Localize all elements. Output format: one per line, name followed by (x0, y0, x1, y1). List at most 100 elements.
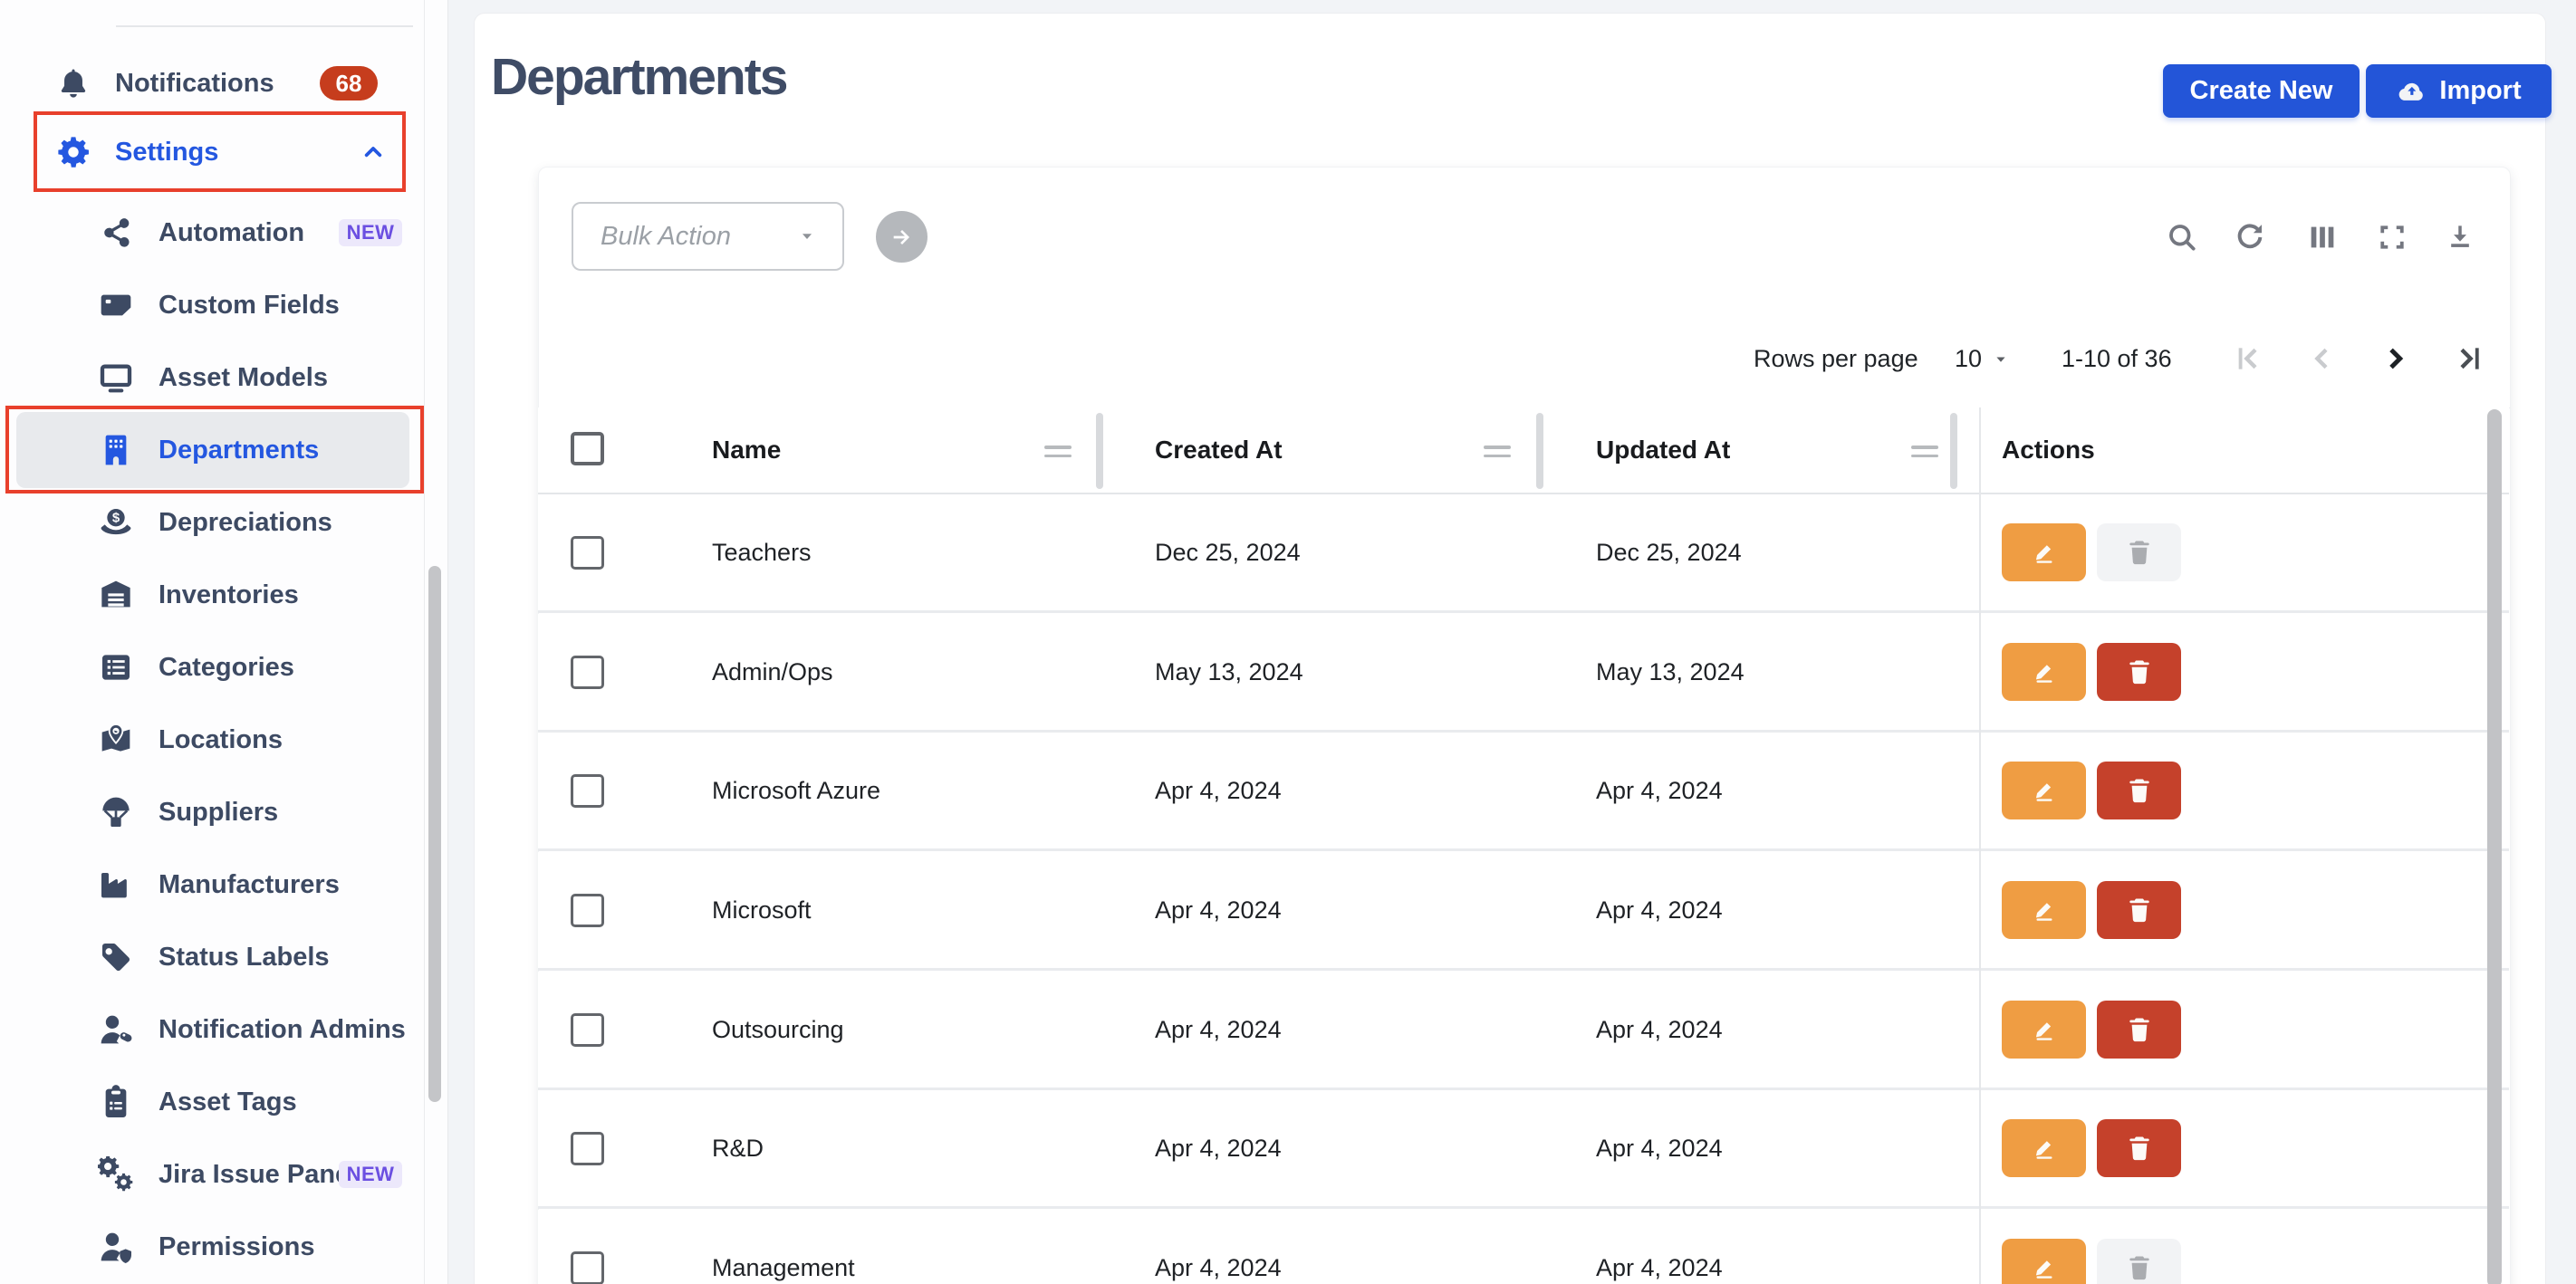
rows-per-page-value[interactable]: 10 (1955, 341, 1982, 376)
sidebar-item-permissions[interactable]: Permissions (0, 1211, 424, 1283)
sidebar-item-suppliers[interactable]: Suppliers (0, 776, 424, 848)
desktop-icon (98, 359, 134, 396)
page-title: Departments (491, 47, 786, 107)
next-page-icon[interactable] (2378, 340, 2414, 377)
sidebar-item-locations[interactable]: Locations (0, 704, 424, 776)
column-divider-bar (1096, 413, 1103, 489)
sidebar-item-manufacturers[interactable]: Manufacturers (0, 848, 424, 921)
table-row: Microsoft Azure Apr 4, 2024 Apr 4, 2024 (538, 733, 2509, 851)
cell-name: Admin/Ops (712, 614, 833, 730)
map-pin-icon (98, 722, 134, 758)
import-button[interactable]: Import (2366, 64, 2552, 118)
delete-button[interactable] (2097, 881, 2181, 939)
edit-button[interactable] (2002, 643, 2086, 701)
sidebar-item-departments[interactable]: Departments (0, 414, 424, 486)
column-resize-handle[interactable] (1044, 446, 1072, 463)
sidebar-item-notification-admins[interactable]: Notification Admins (0, 993, 424, 1066)
rows-per-page-label: Rows per page (1754, 341, 1918, 376)
sidebar-item-settings[interactable]: Settings (0, 116, 424, 188)
share-nodes-icon (98, 215, 134, 251)
chevron-down-icon[interactable] (1992, 350, 2010, 369)
row-checkbox[interactable] (571, 774, 604, 808)
cell-updated-at: Apr 4, 2024 (1596, 1090, 1723, 1206)
previous-page-icon[interactable] (2303, 340, 2340, 377)
table-row: Teachers Dec 25, 2024 Dec 25, 2024 (538, 494, 2509, 613)
sidebar-item-inventories[interactable]: Inventories (0, 559, 424, 631)
delete-button[interactable] (2097, 1239, 2181, 1284)
row-checkbox[interactable] (571, 656, 604, 689)
sidebar-item-asset-tags[interactable]: Asset Tags (0, 1066, 424, 1138)
sidebar-item-label: Automation (159, 196, 304, 269)
row-checkbox[interactable] (571, 1013, 604, 1047)
chevron-up-icon[interactable] (359, 138, 388, 167)
refresh-icon[interactable] (2233, 220, 2267, 254)
sidebar-item-custom-fields[interactable]: Custom Fields (0, 269, 424, 341)
row-checkbox[interactable] (571, 894, 604, 927)
row-checkbox[interactable] (571, 1251, 604, 1284)
table-row: Outsourcing Apr 4, 2024 Apr 4, 2024 (538, 972, 2509, 1090)
sidebar-item-label: Status Labels (159, 921, 330, 993)
arrow-right-icon (888, 223, 917, 252)
search-icon[interactable] (2165, 220, 2199, 254)
column-header-created-at: Created At (1155, 407, 1283, 493)
warehouse-icon (98, 577, 134, 613)
download-icon[interactable] (2443, 220, 2477, 254)
sidebar-item-automation[interactable]: Automation NEW (0, 196, 424, 269)
user-shield-icon (98, 1229, 134, 1265)
column-header-actions: Actions (2002, 407, 2095, 493)
row-checkbox[interactable] (571, 536, 604, 570)
sidebar-item-categories[interactable]: Categories (0, 631, 424, 704)
cell-created-at: Apr 4, 2024 (1155, 972, 1282, 1088)
parachute-box-icon (98, 794, 134, 830)
edit-button[interactable] (2002, 1119, 2086, 1177)
delete-button[interactable] (2097, 523, 2181, 581)
sidebar-item-label: Manufacturers (159, 848, 340, 921)
sidebar: Notifications 68 Settings Automation NEW… (0, 0, 448, 1284)
sidebar-item-label: Asset Models (159, 341, 328, 414)
sidebar-scrollbar-thumb[interactable] (428, 566, 441, 1102)
actions-column-separator (1979, 407, 1981, 1284)
new-badge: NEW (339, 219, 402, 246)
table-scrollbar-thumb[interactable] (2487, 409, 2502, 1284)
column-divider-bar (1950, 413, 1957, 489)
column-header-name: Name (712, 407, 781, 493)
column-resize-handle[interactable] (1484, 446, 1511, 463)
sidebar-item-label: Permissions (159, 1211, 314, 1283)
delete-button[interactable] (2097, 1119, 2181, 1177)
create-new-button[interactable]: Create New (2163, 64, 2360, 118)
delete-button[interactable] (2097, 1001, 2181, 1059)
edit-button[interactable] (2002, 523, 2086, 581)
cell-name: Outsourcing (712, 972, 844, 1088)
last-page-icon[interactable] (2451, 340, 2487, 377)
select-all-checkbox[interactable] (571, 432, 604, 465)
sidebar-item-status-labels[interactable]: Status Labels (0, 921, 424, 993)
cell-updated-at: Apr 4, 2024 (1596, 972, 1723, 1088)
cell-name: Teachers (712, 494, 812, 610)
delete-button[interactable] (2097, 762, 2181, 819)
cell-updated-at: May 13, 2024 (1596, 614, 1745, 730)
delete-button[interactable] (2097, 643, 2181, 701)
sidebar-item-jira-issue-panel[interactable]: Jira Issue Panel NEW (0, 1138, 424, 1211)
first-page-icon[interactable] (2230, 340, 2266, 377)
bulk-action-select[interactable]: Bulk Action (572, 202, 844, 271)
cell-name: Microsoft Azure (712, 733, 880, 848)
sidebar-item-depreciations[interactable]: $ Depreciations (0, 486, 424, 559)
edit-button[interactable] (2002, 1001, 2086, 1059)
new-badge: NEW (339, 1161, 402, 1188)
pagination-range: 1-10 of 36 (2062, 341, 2172, 376)
sidebar-item-notifications[interactable]: Notifications 68 (0, 47, 424, 120)
sidebar-scrollbar-track (424, 0, 425, 1284)
view-columns-icon[interactable] (2305, 220, 2340, 254)
sidebar-item-asset-models[interactable]: Asset Models (0, 341, 424, 414)
column-header-updated-at: Updated At (1596, 407, 1730, 493)
cell-created-at: Apr 4, 2024 (1155, 733, 1282, 848)
fullscreen-icon[interactable] (2375, 220, 2409, 254)
cell-updated-at: Apr 4, 2024 (1596, 1210, 1723, 1284)
row-checkbox[interactable] (571, 1132, 604, 1165)
column-resize-handle[interactable] (1911, 446, 1938, 463)
edit-button[interactable] (2002, 762, 2086, 819)
input-field-icon (98, 287, 134, 323)
edit-button[interactable] (2002, 881, 2086, 939)
apply-bulk-action-button[interactable] (876, 211, 928, 263)
edit-button[interactable] (2002, 1239, 2086, 1284)
